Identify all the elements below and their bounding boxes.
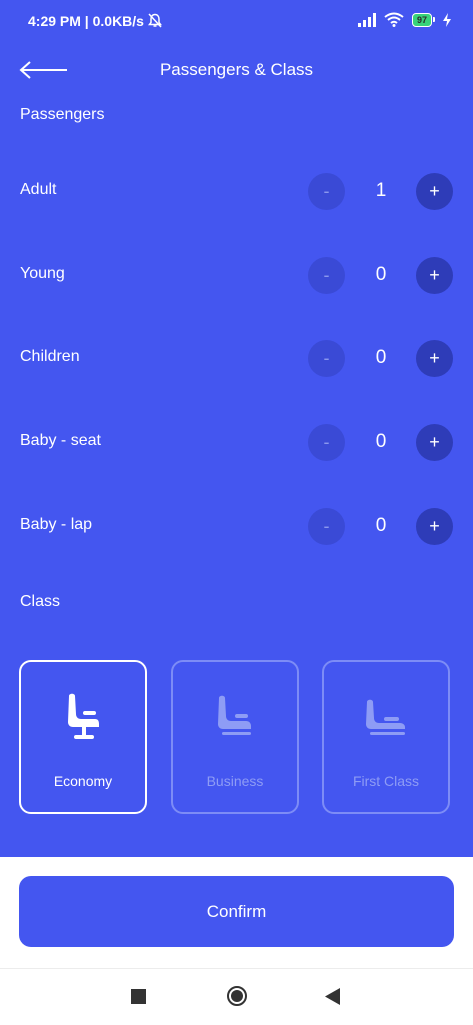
class-label: Business [206,773,264,789]
status-time: 4:29 PM | 0.0KB/s [28,13,144,29]
adult-increment-button[interactable]: + [416,173,453,210]
home-icon[interactable] [226,985,248,1007]
baby-lap-decrement-button[interactable]: - [308,508,345,545]
passenger-label: Baby - lap [20,516,93,533]
passengers-class-screen: 4:29 PM | 0.0KB/s 97 Passengers & Class … [0,0,473,857]
status-icons: 97 [357,12,451,27]
passenger-row-adult: Adult - 1 + [0,171,473,211]
economy-seat-icon [21,692,145,744]
adult-count: 1 [375,180,387,201]
business-seat-icon [173,692,297,744]
wifi-icon [384,12,404,27]
battery-tip [433,17,435,22]
header: Passengers & Class [0,42,473,98]
young-count: 0 [375,264,387,285]
recent-apps-icon[interactable] [131,989,146,1004]
status-bar: 4:29 PM | 0.0KB/s 97 [0,0,473,42]
back-icon[interactable] [325,988,341,1005]
children-increment-button[interactable]: + [416,340,453,377]
class-option-business[interactable]: Business [171,660,299,814]
baby-seat-increment-button[interactable]: + [416,424,453,461]
baby-seat-decrement-button[interactable]: - [308,424,345,461]
class-option-first-class[interactable]: First Class [322,660,450,814]
passenger-row-children: Children - 0 + [0,338,473,378]
class-section-label: Class [20,593,61,610]
passenger-label: Young [20,265,65,282]
baby-lap-increment-button[interactable]: + [416,508,453,545]
system-nav-bar [0,968,473,1025]
mute-bell-icon [148,13,162,28]
young-decrement-button[interactable]: - [308,257,345,294]
adult-decrement-button[interactable]: - [308,173,345,210]
passenger-label: Children [20,348,80,365]
baby-lap-count: 0 [375,515,387,536]
baby-seat-count: 0 [375,431,387,452]
battery-icon: 97 [411,12,435,27]
passenger-label: Adult [20,181,57,198]
class-option-economy[interactable]: Economy [19,660,147,814]
young-increment-button[interactable]: + [416,257,453,294]
class-label: Economy [53,773,113,789]
signal-icon [357,12,376,27]
page-title: Passengers & Class [159,60,314,79]
charging-icon [443,12,451,27]
passenger-row-baby-lap: Baby - lap - 0 + [0,506,473,546]
battery-level: 97 [411,12,432,27]
children-count: 0 [375,347,387,368]
passenger-label: Baby - seat [20,432,101,449]
confirm-button[interactable]: Confirm [19,876,454,947]
passengers-section-label: Passengers [20,106,105,123]
passenger-row-baby-seat: Baby - seat - 0 + [0,422,473,462]
first-class-seat-icon [324,692,448,744]
children-decrement-button[interactable]: - [308,340,345,377]
class-label: First Class [352,773,420,789]
passenger-row-young: Young - 0 + [0,255,473,295]
